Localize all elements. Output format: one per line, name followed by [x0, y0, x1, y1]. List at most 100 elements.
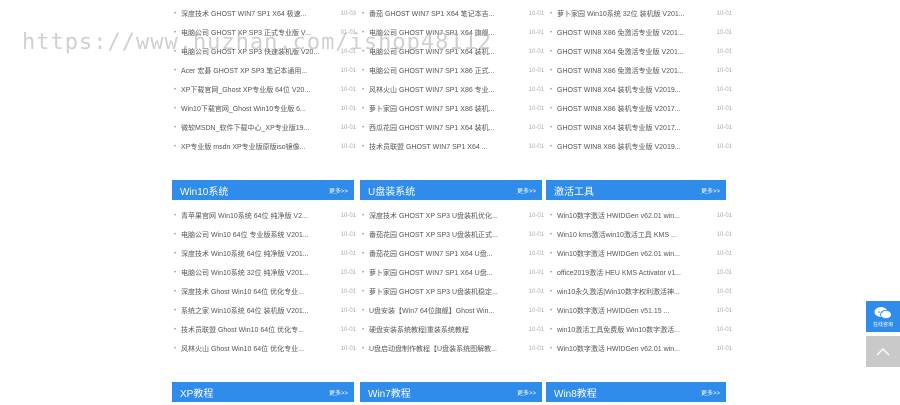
list-item[interactable]: • Win10数字激活 HWIDGen v51.15 ... 10-01: [550, 302, 732, 321]
more-link[interactable]: 更多>>: [517, 186, 542, 195]
list-item[interactable]: • office2019激活 HEU KMS Activator v1... 10-…: [550, 264, 732, 283]
list-item-title[interactable]: Win10数字激活 HWIDGen v62.01 win...: [557, 340, 706, 359]
list-item-title[interactable]: 技术员联盟 Ghost Win10 64位 优化专...: [181, 321, 330, 340]
back-to-top-button[interactable]: [866, 336, 900, 367]
list-item[interactable]: • GHOST WIN8 X86 装机专业版 V2019... 10-01: [550, 138, 732, 157]
list-item-title[interactable]: 微软MSDN_软件下载中心_XP专业版19...: [181, 119, 330, 138]
list-item[interactable]: • 电脑公司 GHOST WIN7 SP1 X64 装机... 10-01: [362, 43, 544, 62]
list-item[interactable]: • 技术员联盟 GHOST WIN7 SP1 X64 ... 10-01: [362, 138, 544, 157]
list-item[interactable]: • 电脑公司 Win10系统 32位 纯净版 V201... 10-01: [174, 264, 356, 283]
list-item[interactable]: • Acer 宏碁 GHOST XP SP3 笔记本通用... 10-01: [174, 62, 356, 81]
list-item-title[interactable]: win10永久激活|Win10数字权利激活神...: [557, 283, 706, 302]
online-chat-button[interactable]: 在线咨询: [866, 301, 900, 332]
list-item-title[interactable]: XP下载官网_Ghost XP专业版 64位 V20...: [181, 81, 330, 100]
list-item-title[interactable]: Acer 宏碁 GHOST XP SP3 笔记本通用...: [181, 62, 330, 81]
list-item-title[interactable]: win10激活工具免费版 Win10数字激活...: [557, 321, 706, 340]
list-item-title[interactable]: 番茄 GHOST WIN7 SP1 X64 笔记本吉...: [369, 5, 518, 24]
list-item-title[interactable]: 技术员联盟 GHOST WIN7 SP1 X64 ...: [369, 138, 518, 157]
more-link[interactable]: 更多>>: [701, 388, 726, 397]
list-item-title[interactable]: 电脑公司 Win10 64位 专业版系统 V201...: [181, 226, 330, 245]
list-item-title[interactable]: Win10数字激活 HWIDGen v62.01 win...: [557, 245, 706, 264]
list-item-title[interactable]: GHOST WIN8 X64 装机专业版 V2017...: [557, 119, 706, 138]
list-item-title[interactable]: U盘启动盘制作教程【U盘装系统图解教...: [369, 340, 518, 359]
list-item[interactable]: • 萝卜家园 Win10系统 32位 装机版 V201... 10-01: [550, 5, 732, 24]
list-item[interactable]: • 西瓜花园 GHOST WIN7 SP1 X64 装机... 10-01: [362, 119, 544, 138]
list-item-title[interactable]: 电脑公司 GHOST WIN7 SP1 X64 装机...: [369, 43, 518, 62]
list-item[interactable]: • XP专业版 msdn XP专业版原版iso镜像... 10-01: [174, 138, 356, 157]
list-item-title[interactable]: 电脑公司 GHOST WIN7 SP1 X64 旗舰...: [369, 24, 518, 43]
list-item[interactable]: • 萝卜家园 GHOST WIN7 SP1 X64 U盘... 10-01: [362, 264, 544, 283]
list-item[interactable]: • 电脑公司 GHOST WIN7 SP1 X64 旗舰... 10-01: [362, 24, 544, 43]
list-item[interactable]: • GHOST WIN8 X86 装机专业版 V2017... 10-01: [550, 100, 732, 119]
list-item[interactable]: • 深度技术 GHOST WIN7 SP1 X64 极速... 10-03: [174, 5, 356, 24]
more-link[interactable]: 更多>>: [517, 388, 542, 397]
list-item-title[interactable]: 番茄花园 GHOST WIN7 SP1 X64 U盘...: [369, 245, 518, 264]
list-item[interactable]: • win10永久激活|Win10数字权利激活神... 10-01: [550, 283, 732, 302]
list-item-title[interactable]: Win10数字激活 HWIDGen v51.15 ...: [557, 302, 706, 321]
list-item[interactable]: • GHOST WIN8 X86 免激活专业版 V201... 10-01: [550, 62, 732, 81]
list-item-title[interactable]: 电脑公司 Win10系统 32位 纯净版 V201...: [181, 264, 330, 283]
list-item-title[interactable]: GHOST WIN8 X86 免激活专业版 V201...: [557, 62, 706, 81]
list-item-title[interactable]: 萝卜家园 GHOST WIN7 SP1 X64 U盘...: [369, 264, 518, 283]
list-item[interactable]: • 番茄 GHOST WIN7 SP1 X64 笔记本吉... 10-01: [362, 5, 544, 24]
list-item-title[interactable]: 深度技术 GHOST WIN7 SP1 X64 极速...: [181, 5, 330, 24]
list-item-title[interactable]: 硬盘安装系统教程|重装系统教程: [369, 321, 518, 340]
list-item[interactable]: • 番茄花园 GHOST WIN7 SP1 X64 U盘... 10-01: [362, 245, 544, 264]
list-item-title[interactable]: GHOST WIN8 X86 装机专业版 V2017...: [557, 100, 706, 119]
list-item[interactable]: • XP下载官网_Ghost XP专业版 64位 V20... 10-01: [174, 81, 356, 100]
list-item[interactable]: • U盘启动盘制作教程【U盘装系统图解教... 10-01: [362, 340, 544, 359]
list-item[interactable]: • Win10 kms激活win10激活工具 KMS ... 10-01: [550, 226, 732, 245]
list-item[interactable]: • 硬盘安装系统教程|重装系统教程 10-01: [362, 321, 544, 340]
list-item-title[interactable]: 青苹果官网 Win10系统 64位 纯净版 V2...: [181, 207, 330, 226]
list-item[interactable]: • 番茄花园 GHOST XP SP3 U盘装机正式... 10-01: [362, 226, 544, 245]
list-item-title[interactable]: 萝卜家园 Win10系统 32位 装机版 V201...: [557, 5, 706, 24]
list-item[interactable]: • 深度技术 GHOST XP SP3 U盘装机优化... 10-01: [362, 207, 544, 226]
list-item-title[interactable]: 电脑公司 GHOST XP SP3 正式专业版 V...: [181, 24, 330, 43]
list-item[interactable]: • U盘安装【Win7 64位旗舰】Ghost Win... 10-01: [362, 302, 544, 321]
list-item[interactable]: • 青苹果官网 Win10系统 64位 纯净版 V2... 10-01: [174, 207, 356, 226]
more-link[interactable]: 更多>>: [329, 388, 354, 397]
list-item-title[interactable]: 西瓜花园 GHOST WIN7 SP1 X64 装机...: [369, 119, 518, 138]
list-item[interactable]: • Win10下载官网_Ghost Win10专业版 6... 10-01: [174, 100, 356, 119]
list-item-title[interactable]: 萝卜家园 GHOST WIN7 SP1 X86 装机...: [369, 100, 518, 119]
list-item[interactable]: • 深度技术 Win10系统 64位 纯净版 V201... 10-01: [174, 245, 356, 264]
list-item[interactable]: • win10激活工具免费版 Win10数字激活... 10-01: [550, 321, 732, 340]
list-item[interactable]: • 电脑公司 GHOST WIN7 SP1 X86 正式... 10-01: [362, 62, 544, 81]
list-item[interactable]: • Win10数字激活 HWIDGen v62.01 win... 10-01: [550, 340, 732, 359]
list-item-title[interactable]: 番茄花园 GHOST XP SP3 U盘装机正式...: [369, 226, 518, 245]
list-item-title[interactable]: office2019激活 HEU KMS Activator v1...: [557, 264, 706, 283]
list-item[interactable]: • 技术员联盟 Ghost Win10 64位 优化专... 10-01: [174, 321, 356, 340]
list-item[interactable]: • 风林火山 Ghost Win10 64位 优化专业... 10-01: [174, 340, 356, 359]
list-item-title[interactable]: 风林火山 Ghost Win10 64位 优化专业...: [181, 340, 330, 359]
list-item[interactable]: • 系统之家 Win10系统 64位 装机版 V201... 10-01: [174, 302, 356, 321]
list-item[interactable]: • 萝卜家园 GHOST WIN7 SP1 X86 装机... 10-01: [362, 100, 544, 119]
list-item[interactable]: • 萝卜家园 GHOST XP SP3 U盘装机稳定... 10-01: [362, 283, 544, 302]
list-item-title[interactable]: GHOST WIN8 X86 免激活专业版 V201...: [557, 24, 706, 43]
list-item[interactable]: • GHOST WIN8 X64 装机专业版 V2019... 10-01: [550, 81, 732, 100]
list-item[interactable]: • GHOST WIN8 X86 免激活专业版 V201... 10-01: [550, 24, 732, 43]
list-item-title[interactable]: 电脑公司 GHOST WIN7 SP1 X86 正式...: [369, 62, 518, 81]
more-link[interactable]: 更多>>: [329, 186, 354, 195]
list-item[interactable]: • GHOST WIN8 X64 免激活专业版 V201... 10-01: [550, 43, 732, 62]
list-item-title[interactable]: U盘安装【Win7 64位旗舰】Ghost Win...: [369, 302, 518, 321]
list-item[interactable]: • Win10数字激活 HWIDGen v62.01 win... 10-01: [550, 207, 732, 226]
list-item[interactable]: • 电脑公司 Win10 64位 专业版系统 V201... 10-01: [174, 226, 356, 245]
list-item[interactable]: • 深度技术 Ghost Win10 64位 优化专业... 10-01: [174, 283, 356, 302]
list-item-title[interactable]: GHOST WIN8 X64 装机专业版 V2019...: [557, 81, 706, 100]
list-item[interactable]: • 微软MSDN_软件下载中心_XP专业版19... 10-01: [174, 119, 356, 138]
list-item-title[interactable]: 萝卜家园 GHOST XP SP3 U盘装机稳定...: [369, 283, 518, 302]
list-item-title[interactable]: 深度技术 GHOST XP SP3 U盘装机优化...: [369, 207, 518, 226]
list-item[interactable]: • 风林火山 GHOST WIN7 SP1 X86 专业... 10-01: [362, 81, 544, 100]
list-item-title[interactable]: GHOST WIN8 X64 免激活专业版 V201...: [557, 43, 706, 62]
list-item-title[interactable]: 电脑公司 GHOST XP SP3 快速装机版 V20...: [181, 43, 330, 62]
list-item[interactable]: • GHOST WIN8 X64 装机专业版 V2017... 10-01: [550, 119, 732, 138]
list-item-title[interactable]: Win10数字激活 HWIDGen v62.01 win...: [557, 207, 706, 226]
list-item-title[interactable]: 系统之家 Win10系统 64位 装机版 V201...: [181, 302, 330, 321]
list-item-title[interactable]: XP专业版 msdn XP专业版原版iso镜像...: [181, 138, 330, 157]
list-item-title[interactable]: GHOST WIN8 X86 装机专业版 V2019...: [557, 138, 706, 157]
list-item[interactable]: • 电脑公司 GHOST XP SP3 快速装机版 V20... 10-01: [174, 43, 356, 62]
list-item-title[interactable]: Win10 kms激活win10激活工具 KMS ...: [557, 226, 706, 245]
list-item-title[interactable]: Win10下载官网_Ghost Win10专业版 6...: [181, 100, 330, 119]
list-item-title[interactable]: 风林火山 GHOST WIN7 SP1 X86 专业...: [369, 81, 518, 100]
list-item-title[interactable]: 深度技术 Ghost Win10 64位 优化专业...: [181, 283, 330, 302]
